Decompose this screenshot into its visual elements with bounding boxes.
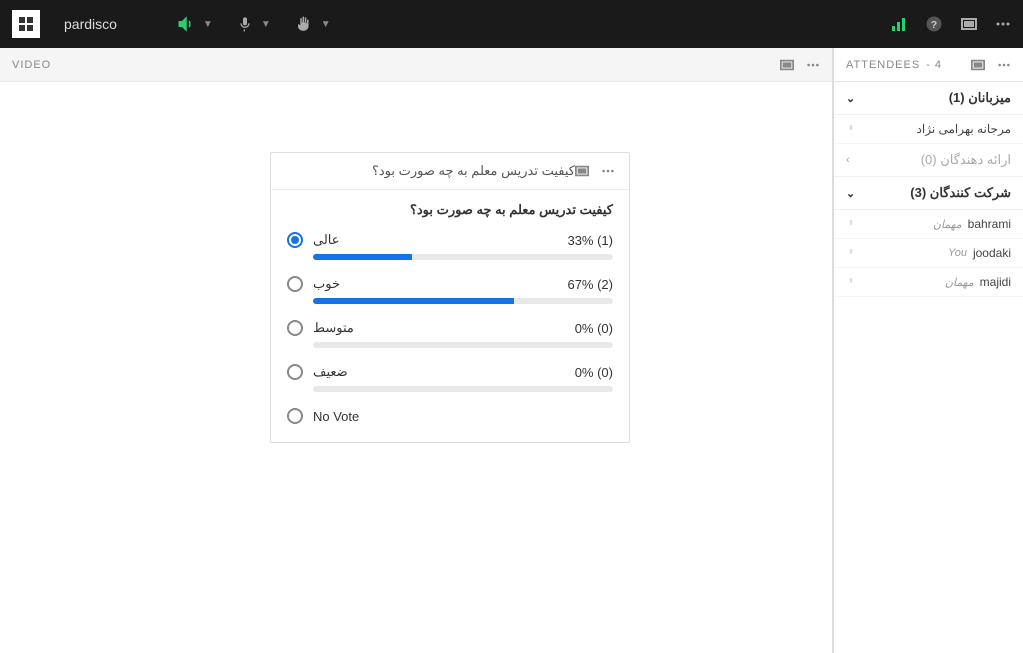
- attendees-header: ATTENDEES - 4: [834, 48, 1023, 82]
- attendees-section-header[interactable]: ارائه دهندگان (0) ›: [834, 144, 1023, 177]
- video-body: کیفیت تدریس معلم به چه صورت بود؟ کیفیت ت…: [0, 82, 832, 653]
- section-title: شرکت کنندگان (3): [910, 185, 1011, 201]
- attendees-section-header[interactable]: میزبانان (1) ⌄: [834, 82, 1023, 115]
- attendee-name: majidi: [980, 275, 1011, 289]
- mic-icon: [846, 277, 856, 287]
- attendee-role: You: [948, 247, 967, 259]
- poll-option: No Vote: [287, 408, 613, 424]
- poll-radio[interactable]: [287, 232, 303, 248]
- poll-bar: [313, 298, 613, 304]
- connection-icon[interactable]: [891, 16, 907, 32]
- chevron-down-icon[interactable]: ▼: [321, 19, 331, 30]
- poll-radio[interactable]: [287, 276, 303, 292]
- poll-titlebar: کیفیت تدریس معلم به چه صورت بود؟: [271, 153, 629, 190]
- poll-option: متوسط 0% (0): [287, 320, 613, 348]
- poll-option-label: ضعیف: [313, 364, 348, 380]
- poll-card: کیفیت تدریس معلم به چه صورت بود؟ کیفیت ت…: [270, 152, 630, 443]
- poll-option: ضعیف 0% (0): [287, 364, 613, 392]
- mic-icon[interactable]: [237, 16, 253, 32]
- more-icon[interactable]: [601, 164, 615, 178]
- mic-icon: [846, 124, 856, 134]
- attendee-role: مهمان: [945, 276, 974, 289]
- raise-hand-control[interactable]: ▼: [295, 15, 331, 33]
- chevron-icon: ⌄: [846, 187, 855, 200]
- poll-bar-fill: [313, 298, 514, 304]
- attendee-item[interactable]: bahrami مهمان: [834, 210, 1023, 239]
- speaker-icon[interactable]: [177, 15, 195, 33]
- attendees-count: - 4: [926, 59, 942, 71]
- poll-option-stats: 33% (1): [567, 233, 613, 248]
- svg-text:?: ?: [931, 19, 937, 31]
- poll-bar-fill: [313, 254, 412, 260]
- poll-option-label: متوسط: [313, 320, 354, 336]
- poll-option-stats: 0% (0): [575, 321, 613, 336]
- poll-radio[interactable]: [287, 364, 303, 380]
- chevron-down-icon[interactable]: ▼: [261, 19, 271, 30]
- fullscreen-icon[interactable]: [961, 16, 977, 32]
- poll-option-stats: 0% (0): [575, 365, 613, 380]
- more-icon[interactable]: [997, 58, 1011, 72]
- more-icon[interactable]: [806, 58, 820, 72]
- app-logo: [12, 10, 40, 38]
- hand-icon[interactable]: [295, 15, 313, 33]
- fullscreen-icon[interactable]: [575, 164, 589, 178]
- help-icon[interactable]: ?: [925, 15, 943, 33]
- attendees-section-header[interactable]: شرکت کنندگان (3) ⌄: [834, 177, 1023, 210]
- more-icon[interactable]: [995, 16, 1011, 32]
- attendee-name: bahrami: [968, 217, 1011, 231]
- attendee-item[interactable]: مرجانه بهرامی نژاد: [834, 115, 1023, 144]
- poll-title: کیفیت تدریس معلم به چه صورت بود؟: [285, 163, 575, 179]
- fullscreen-icon[interactable]: [780, 58, 794, 72]
- poll-option-label: No Vote: [313, 409, 359, 424]
- mic-icon: [846, 219, 856, 229]
- attendee-name: مرجانه بهرامی نژاد: [917, 122, 1011, 136]
- poll-bar: [313, 386, 613, 392]
- poll-radio[interactable]: [287, 320, 303, 336]
- attendee-name: joodaki: [973, 246, 1011, 260]
- room-name: pardisco: [64, 16, 117, 32]
- mic-icon: [846, 248, 856, 258]
- poll-option-label: خوب: [313, 276, 340, 292]
- chevron-icon: ›: [846, 154, 850, 166]
- poll-radio[interactable]: [287, 408, 303, 424]
- poll-option: عالی 33% (1): [287, 232, 613, 260]
- section-title: ارائه دهندگان (0): [921, 152, 1011, 168]
- section-title: میزبانان (1): [949, 90, 1011, 106]
- speaker-control[interactable]: ▼: [177, 15, 213, 33]
- topbar: pardisco ▼ ▼ ▼ ?: [0, 0, 1023, 48]
- poll-option-stats: 67% (2): [567, 277, 613, 292]
- attendee-item[interactable]: majidi مهمان: [834, 268, 1023, 297]
- chevron-down-icon[interactable]: ▼: [203, 19, 213, 30]
- attendee-role: مهمان: [933, 218, 962, 231]
- attendee-item[interactable]: joodaki You: [834, 239, 1023, 268]
- fullscreen-icon[interactable]: [971, 58, 985, 72]
- video-panel-title: VIDEO: [12, 59, 51, 71]
- attendees-title: ATTENDEES: [846, 59, 920, 71]
- mic-control[interactable]: ▼: [237, 16, 271, 32]
- video-panel-header: VIDEO: [0, 48, 832, 82]
- poll-bar: [313, 342, 613, 348]
- poll-bar: [313, 254, 613, 260]
- chevron-icon: ⌄: [846, 92, 855, 105]
- attendees-panel: ATTENDEES - 4 میزبانان (1) ⌄ مرجانه بهرامی…: [833, 48, 1023, 653]
- poll-option-label: عالی: [313, 232, 340, 248]
- poll-question: کیفیت تدریس معلم به چه صورت بود؟: [287, 202, 613, 218]
- poll-option: خوب 67% (2): [287, 276, 613, 304]
